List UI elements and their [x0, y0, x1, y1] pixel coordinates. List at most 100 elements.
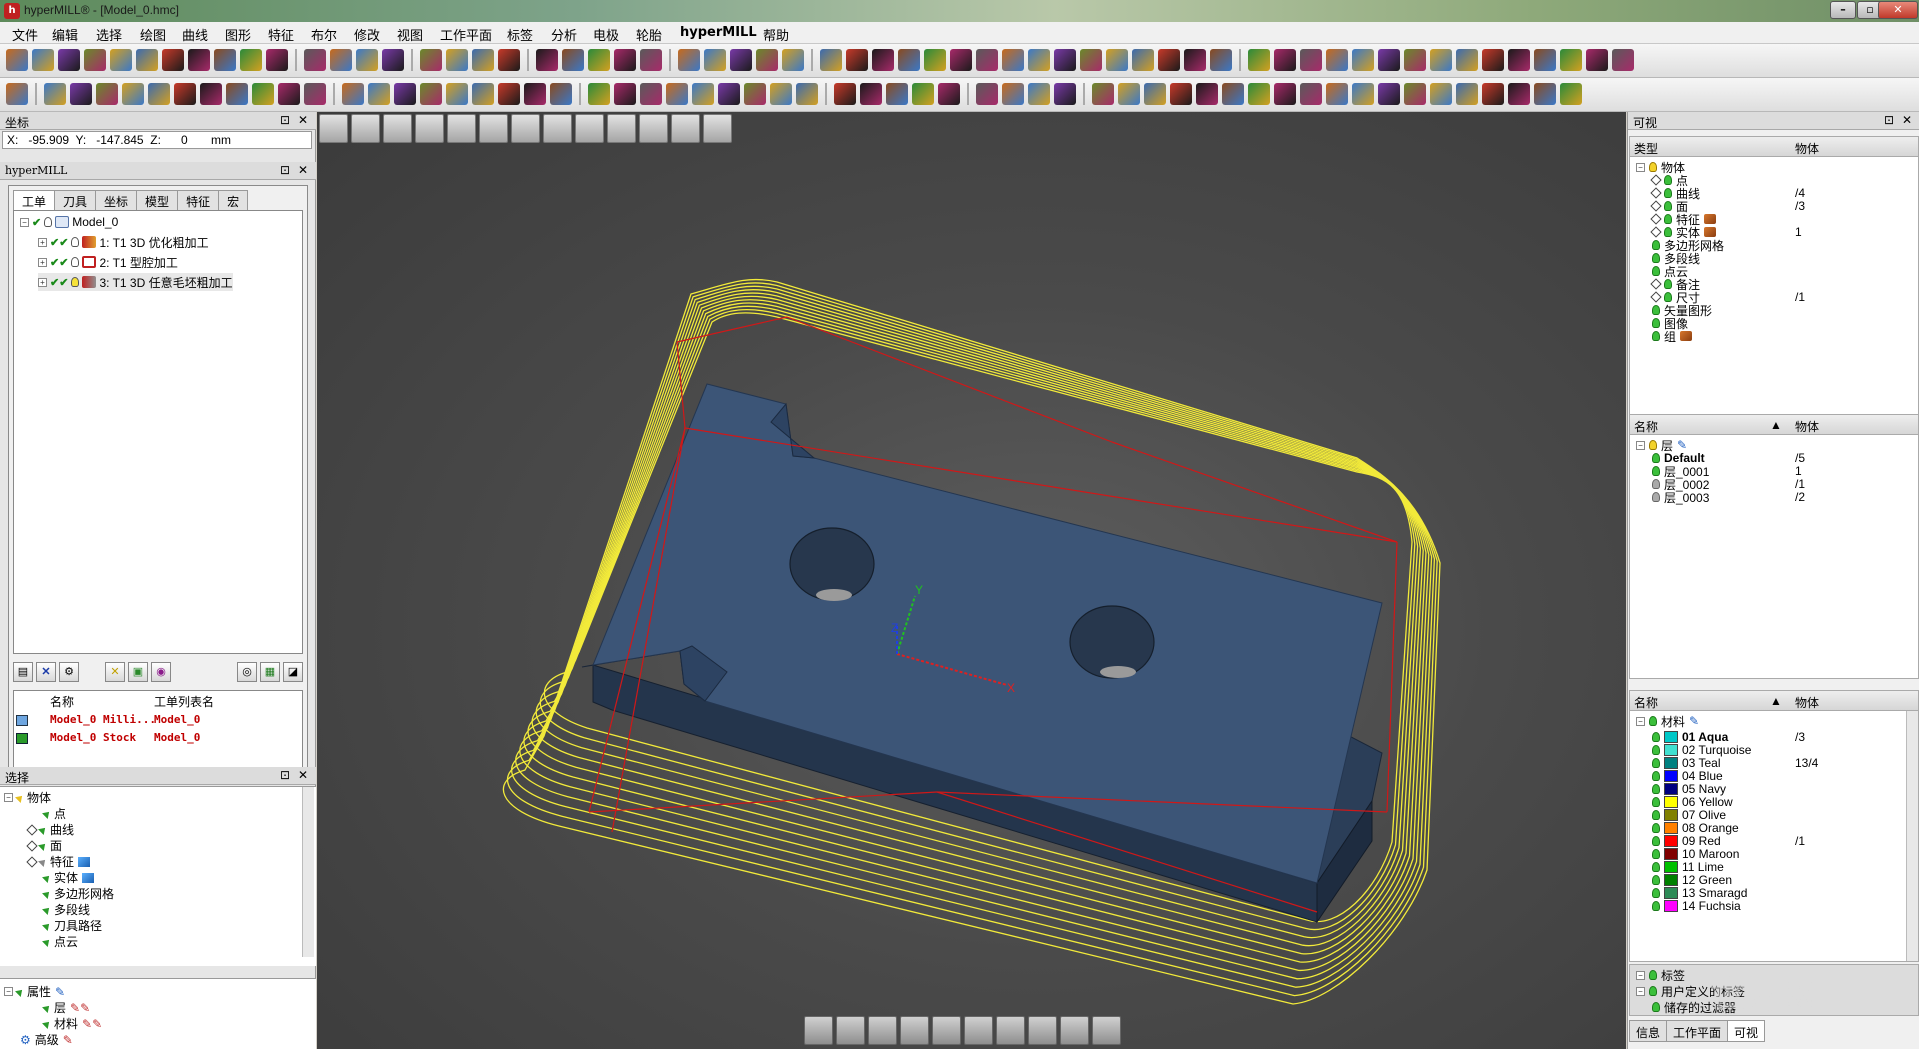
visibility-bulb-icon[interactable]	[1652, 797, 1660, 807]
help-icon[interactable]	[304, 83, 326, 105]
pin-icon[interactable]: ⊡	[280, 113, 290, 127]
redo-icon[interactable]	[96, 83, 118, 105]
undo-icon[interactable]	[70, 83, 92, 105]
menu-file[interactable]: 文件	[12, 25, 38, 44]
help-icon[interactable]	[1196, 83, 1218, 105]
visibility-bulb-icon[interactable]	[71, 237, 80, 247]
collapse-icon[interactable]: −	[20, 217, 29, 227]
open-icon[interactable]	[1326, 83, 1348, 105]
expand-icon[interactable]	[1650, 187, 1662, 199]
tree-node[interactable]: 材料 ✎✎	[42, 1015, 102, 1032]
help-icon[interactable]	[744, 83, 766, 105]
surface-icon[interactable]	[1118, 83, 1140, 105]
visibility-bulb-icon[interactable]	[71, 257, 80, 267]
3d-viewport[interactable]: X Y Z	[317, 112, 1626, 1049]
visibility-bulb-icon[interactable]	[1664, 227, 1672, 237]
undo-icon[interactable]	[498, 49, 520, 71]
visibility-bulb-icon[interactable]	[1652, 771, 1660, 781]
visibility-bulb-icon[interactable]	[1652, 810, 1660, 820]
open-icon[interactable]	[446, 83, 468, 105]
part-solid[interactable]	[581, 383, 1383, 924]
visibility-bulb-icon[interactable]	[1652, 849, 1660, 859]
pin-icon[interactable]: ⊡	[1884, 113, 1894, 127]
redo-icon[interactable]	[607, 114, 636, 143]
save-icon[interactable]	[912, 83, 934, 105]
reference-icon[interactable]	[639, 114, 668, 143]
print-icon[interactable]	[550, 83, 572, 105]
visibility-bulb-icon[interactable]	[44, 217, 53, 227]
tree-node[interactable]: 多段线	[42, 901, 90, 918]
zoom-icon[interactable]	[148, 83, 170, 105]
text-icon[interactable]	[420, 83, 442, 105]
measure-icon[interactable]	[1158, 49, 1180, 71]
print-icon[interactable]	[122, 83, 144, 105]
measure-icon[interactable]	[278, 83, 300, 105]
paint-bucket-icon[interactable]	[1028, 1016, 1057, 1045]
solid-icon[interactable]	[1560, 83, 1582, 105]
help-icon[interactable]	[1612, 49, 1634, 71]
menu-feature[interactable]: 特征	[268, 25, 294, 44]
expand-icon[interactable]	[1650, 200, 1662, 212]
delete-button[interactable]: ✕	[36, 662, 56, 682]
print-icon[interactable]	[562, 49, 584, 71]
open-icon[interactable]	[446, 49, 468, 71]
tool-icon[interactable]	[342, 83, 364, 105]
collapse-icon[interactable]: −	[4, 987, 13, 996]
visibility-bulb-icon[interactable]	[1652, 479, 1660, 489]
expand-icon[interactable]	[1650, 278, 1662, 290]
visibility-bulb-icon[interactable]	[1652, 875, 1660, 885]
measure-icon[interactable]	[266, 49, 288, 71]
tab-tools[interactable]: 刀具	[54, 190, 97, 210]
zoom-icon[interactable]	[1456, 49, 1478, 71]
shape-icon[interactable]	[796, 83, 818, 105]
print-icon[interactable]	[1430, 83, 1452, 105]
tree-node[interactable]: 特征	[26, 853, 91, 870]
visibility-bulb-icon[interactable]	[1652, 888, 1660, 898]
edit-icon[interactable]	[1060, 1016, 1089, 1045]
shape-icon[interactable]	[368, 83, 390, 105]
rotate-icon[interactable]	[174, 83, 196, 105]
shape-icon[interactable]	[1248, 49, 1270, 71]
text-icon[interactable]	[872, 49, 894, 71]
cube-icon[interactable]	[671, 114, 700, 143]
text-icon[interactable]	[1300, 83, 1322, 105]
menu-modify[interactable]: 修改	[354, 25, 380, 44]
close-button[interactable]: ✕	[1878, 1, 1918, 19]
expand-icon[interactable]	[1650, 226, 1662, 238]
expand-icon[interactable]	[1650, 174, 1662, 186]
zoom-icon[interactable]	[1028, 83, 1050, 105]
pin-icon[interactable]: ⊡	[280, 768, 290, 782]
surface-icon[interactable]	[226, 83, 248, 105]
expand-icon[interactable]	[1650, 213, 1662, 225]
tool-icon[interactable]	[770, 83, 792, 105]
tree-node[interactable]: − 物体	[4, 789, 51, 806]
surface-icon[interactable]	[1106, 49, 1128, 71]
menu-select[interactable]: 选择	[96, 25, 122, 44]
help-icon[interactable]	[304, 49, 326, 71]
scrollbar[interactable]	[1906, 711, 1918, 961]
menu-view[interactable]: 视图	[397, 25, 423, 44]
print-icon[interactable]	[1430, 49, 1452, 71]
tab-features[interactable]: 特征	[177, 190, 220, 210]
solid-icon[interactable]	[692, 83, 714, 105]
measure-icon[interactable]	[1170, 83, 1192, 105]
menu-help[interactable]: 帮助	[763, 25, 789, 44]
solid-icon[interactable]	[1560, 49, 1582, 71]
measure-icon[interactable]	[718, 83, 740, 105]
table-row[interactable]: Model_0 Milli... Model_0	[16, 713, 200, 729]
report-button[interactable]: ◪	[283, 662, 303, 682]
shape-icon[interactable]	[820, 49, 842, 71]
curve-icon[interactable]	[1092, 83, 1114, 105]
measure-icon[interactable]	[1586, 49, 1608, 71]
help-icon[interactable]	[756, 49, 778, 71]
text-icon[interactable]	[860, 83, 882, 105]
rotate-icon[interactable]	[1482, 49, 1504, 71]
open-folder-icon[interactable]	[351, 114, 380, 143]
job-tree-root[interactable]: − ✔ Model_0	[20, 213, 118, 231]
sort-icon[interactable]: ▲	[1770, 694, 1782, 708]
curve-icon[interactable]	[640, 49, 662, 71]
visibility-bulb-icon[interactable]	[1652, 240, 1660, 250]
tree-node[interactable]: 多边形网格	[42, 885, 114, 902]
simulate-button[interactable]: ▣	[128, 662, 148, 682]
open-icon[interactable]	[886, 83, 908, 105]
